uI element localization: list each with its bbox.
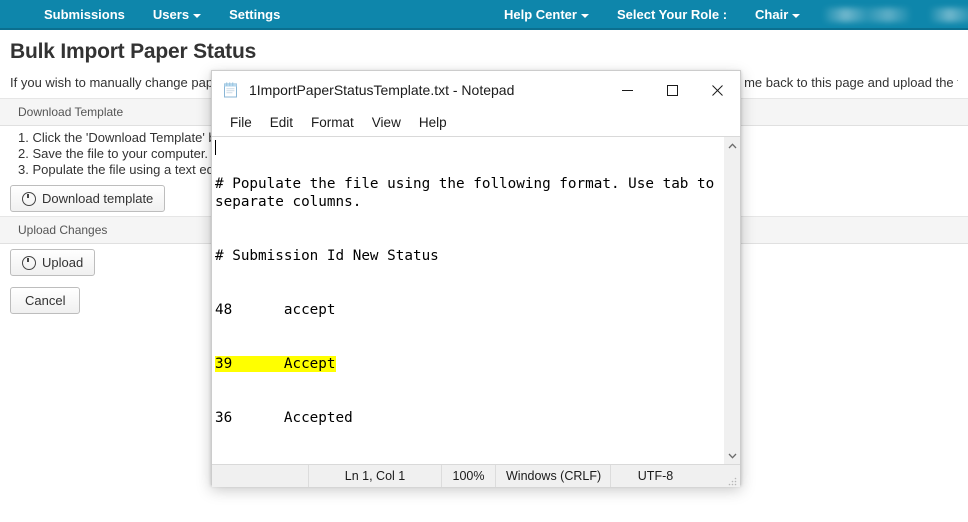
nav-item-settings[interactable]: Settings [215,0,294,30]
status-encoding: UTF-8 [610,465,700,487]
upload-button[interactable]: Upload [10,249,96,276]
status-zoom-level: 100% [441,465,495,487]
notepad-status-bar: Ln 1, Col 1 100% Windows (CRLF) UTF-8 [212,464,740,487]
text-line: # Populate the file using the following … [215,176,723,210]
download-template-button-label: Download template [42,191,154,206]
page-title: Bulk Import Paper Status [10,40,257,63]
maximize-icon[interactable] [650,71,695,109]
text-line: 36 Accepted [215,410,353,426]
menu-help[interactable]: Help [410,112,456,133]
nav-item-label: Select Your Role : [616,7,728,22]
nav-right-group: Help Center Select Your Role : Chair [490,0,968,30]
notepad-text-area[interactable]: # Populate the file using the following … [212,136,740,464]
scroll-up-arrow-icon[interactable] [724,137,740,154]
nav-item-label: Chair [755,7,789,22]
minimize-icon[interactable] [605,71,650,109]
resize-grip-icon[interactable] [728,475,737,486]
nav-item-account-action-redacted[interactable] [930,8,968,22]
nav-item-help-center[interactable]: Help Center [490,0,603,30]
cancel-button[interactable]: Cancel [10,287,81,314]
menu-view[interactable]: View [363,112,410,133]
text-line: 48 accept [215,302,336,318]
nav-item-submissions[interactable]: Submissions [30,0,139,30]
chevron-down-icon [792,13,801,18]
cancel-button-label: Cancel [25,293,66,308]
menu-edit[interactable]: Edit [261,112,302,133]
nav-item-label: Help Center [504,7,577,22]
notepad-window[interactable]: 1ImportPaperStatusTemplate.txt - Notepad… [211,70,741,487]
notepad-title-text: 1ImportPaperStatusTemplate.txt - Notepad [249,82,515,98]
text-line-highlighted: 39 Accept [215,355,720,373]
upload-button-label: Upload [42,255,84,270]
download-icon [22,191,36,206]
notepad-menu-bar: File Edit Format View Help [212,109,740,136]
download-template-button[interactable]: Download template [10,185,166,212]
chevron-down-icon [193,13,202,18]
notepad-app-icon [222,81,240,99]
page-intro-right: me back to this page and upload the temp… [744,75,958,90]
nav-item-label: Settings [229,7,281,22]
menu-format[interactable]: Format [302,112,363,133]
menu-file[interactable]: File [221,112,261,133]
nav-left-group: Submissions Users Settings [30,0,294,30]
close-icon[interactable] [695,71,740,109]
status-bar-spacer [212,465,308,487]
selection-highlight: 39 Accept [215,356,336,372]
nav-item-user-name-redacted[interactable] [824,8,911,22]
nav-item-users[interactable]: Users [139,0,215,30]
nav-item-role-chair[interactable]: Chair [741,0,814,30]
vertical-scrollbar[interactable] [723,137,740,464]
notepad-title-bar[interactable]: 1ImportPaperStatusTemplate.txt - Notepad [212,71,740,109]
nav-label-select-your-role: Select Your Role : [603,0,741,30]
text-line: # Submission Id New Status [215,248,439,264]
notepad-window-controls [605,71,740,109]
scrollbar-thumb[interactable] [724,154,740,449]
upload-icon [22,255,36,270]
chevron-down-icon [580,13,589,18]
top-navigation-bar: Submissions Users Settings Help Center S… [0,0,968,30]
nav-item-label: Users [152,7,190,22]
scroll-down-arrow-icon[interactable] [724,447,740,464]
nav-item-label: Submissions [44,7,125,22]
notepad-document-text[interactable]: # Populate the file using the following … [212,139,722,464]
status-cursor-position: Ln 1, Col 1 [308,465,441,487]
status-line-ending: Windows (CRLF) [495,465,610,487]
